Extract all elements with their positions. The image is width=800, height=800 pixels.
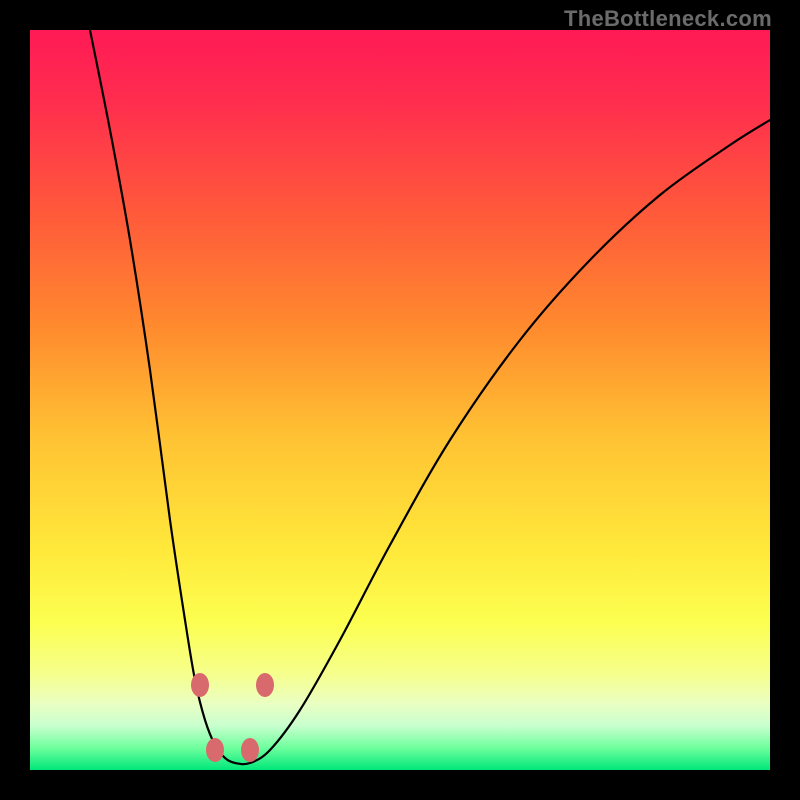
plot-frame (30, 30, 770, 770)
bottleneck-curve (30, 30, 770, 770)
curve-marker (191, 673, 209, 697)
watermark-text: TheBottleneck.com (564, 6, 772, 32)
curve-marker (241, 738, 259, 762)
curve-marker (206, 738, 224, 762)
curve-marker (256, 673, 274, 697)
